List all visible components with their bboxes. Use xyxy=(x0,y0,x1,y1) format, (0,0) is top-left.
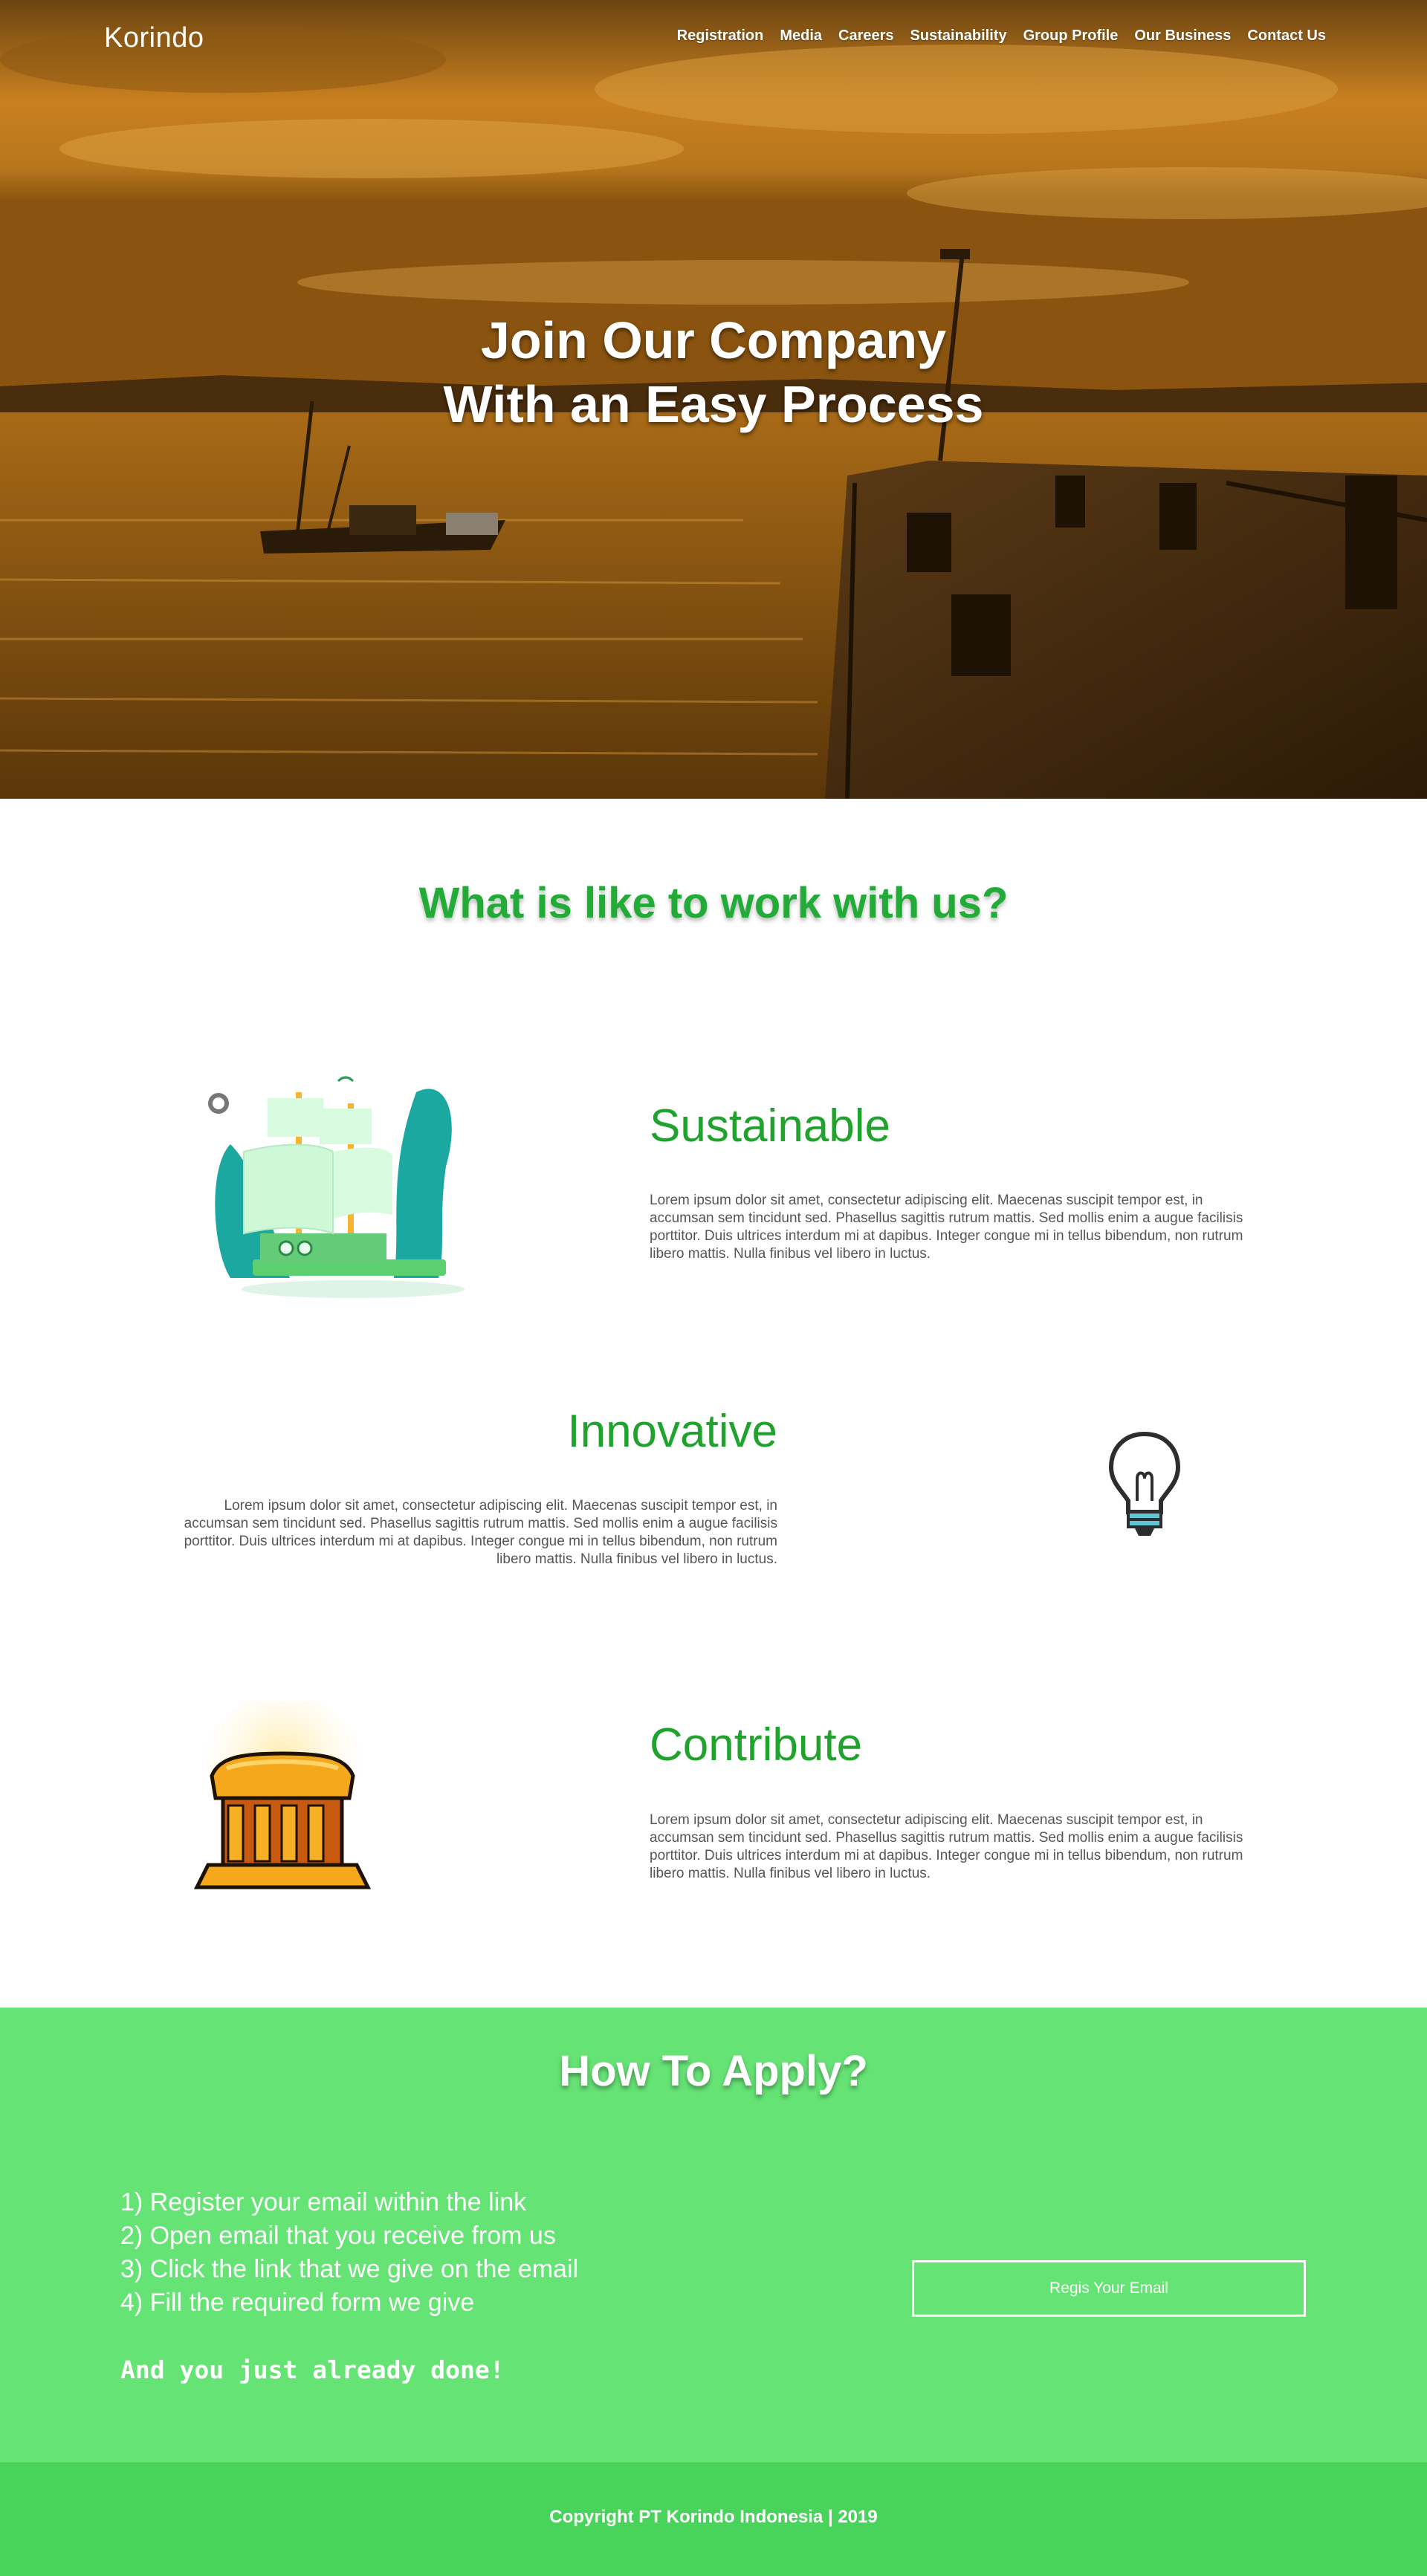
nav-sustainability[interactable]: Sustainability xyxy=(910,27,1007,45)
apply-step: 3) Click the link that we give on the em… xyxy=(120,2255,579,2283)
brand-logo[interactable]: Korindo xyxy=(104,22,204,54)
feature-title-sustainable: Sustainable xyxy=(650,1100,891,1152)
nav-contact-us[interactable]: Contact Us xyxy=(1247,27,1326,45)
why-section-title: What is like to work with us? xyxy=(418,879,1009,927)
hero-title-line2: With an Easy Process xyxy=(443,375,984,433)
regis-email-button[interactable]: Regis Your Email xyxy=(912,2260,1306,2317)
nav-group-profile[interactable]: Group Profile xyxy=(1023,27,1119,45)
nav-our-business[interactable]: Our Business xyxy=(1134,27,1231,45)
apply-step: 1) Register your email within the link xyxy=(120,2188,527,2216)
hero-section: Korindo Registration Media Careers Susta… xyxy=(0,0,1427,799)
nav-media[interactable]: Media xyxy=(780,27,822,45)
feature-text-innovative: Lorem ipsum dolor sit amet, consectetur … xyxy=(184,1498,777,1567)
hero-title: Join Our Company With an Easy Process xyxy=(0,308,1427,436)
apply-step: 2) Open email that you receive from us xyxy=(120,2222,556,2250)
feature-text-sustainable: Lorem ipsum dolor sit amet, consectetur … xyxy=(650,1193,1243,1262)
feature-title-innovative: Innovative xyxy=(567,1406,777,1457)
nav-registration[interactable]: Registration xyxy=(677,27,764,45)
apply-step: 4) Fill the required form we give xyxy=(120,2288,475,2317)
footer: Copyright PT Korindo Indonesia | 2019 xyxy=(0,2462,1427,2576)
lightbulb-icon xyxy=(1108,1431,1181,1536)
apply-steps-list: 1) Register your email within the link 2… xyxy=(120,2186,578,2320)
bank-building-icon xyxy=(193,1701,372,1889)
how-to-apply-section: How To Apply? 1) Register your email wit… xyxy=(0,2008,1427,2462)
sailing-ship-icon xyxy=(208,1076,465,1298)
apply-title: How To Apply? xyxy=(559,2047,868,2095)
main-nav: Registration Media Careers Sustainabilit… xyxy=(661,27,1326,45)
feature-text-contribute: Lorem ipsum dolor sit amet, consectetur … xyxy=(650,1812,1243,1881)
footer-copyright: Copyright PT Korindo Indonesia | 2019 xyxy=(549,2507,878,2527)
nav-careers[interactable]: Careers xyxy=(838,27,894,45)
feature-title-contribute: Contribute xyxy=(650,1719,863,1771)
hero-title-line1: Join Our Company xyxy=(480,311,947,369)
apply-done-text: And you just already done! xyxy=(120,2355,505,2384)
